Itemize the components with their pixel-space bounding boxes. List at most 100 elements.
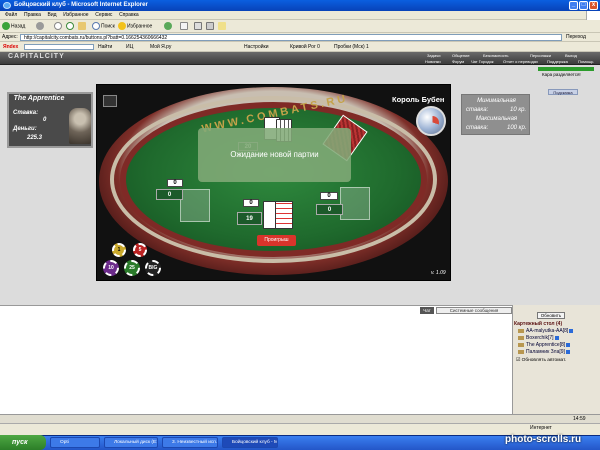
menu-view[interactable]: Вид — [48, 11, 57, 20]
info-icon[interactable] — [566, 342, 571, 347]
subnav-help[interactable]: Помощь — [578, 59, 593, 64]
hand-history-icon[interactable] — [103, 95, 117, 107]
window-titlebar: Бойцовский клуб - Microsoft Internet Exp… — [0, 0, 600, 11]
yandex-yaru-widget[interactable]: Мой Я.ру — [150, 42, 171, 52]
timer-clock-icon — [416, 106, 446, 136]
refresh-button[interactable] — [66, 22, 75, 31]
money-value: 225.3 — [27, 135, 43, 141]
seat-center-bet: 0 — [243, 199, 259, 207]
nav-security[interactable]: Безопасность — [483, 53, 509, 58]
print-icon — [194, 22, 202, 30]
game-bottom-toolbar — [0, 414, 600, 423]
task-media-player[interactable]: 3. Неизвестный исп... — [162, 437, 218, 448]
menu-bar: Файл Правка Вид Избранное Сервис Справка — [0, 11, 600, 20]
subnav-support[interactable]: Поддержка — [547, 59, 568, 64]
subnav-forum[interactable]: Форум — [452, 59, 464, 64]
search-label: Поиск — [101, 23, 115, 30]
windows-flag-icon — [586, 11, 600, 20]
tab-system-messages[interactable]: Системные сообщения — [436, 307, 512, 314]
menu-help[interactable]: Справка — [119, 11, 139, 20]
home-button[interactable] — [78, 22, 87, 31]
browser-toolbar: Назад Поиск Избранное — [0, 20, 600, 33]
info-icon[interactable] — [565, 349, 570, 354]
seat-left-score: 0 — [156, 189, 183, 200]
nav-exit[interactable]: Выход — [565, 53, 577, 58]
player-list-item[interactable]: Паламник Зла[9] — [518, 349, 570, 355]
auto-refresh-checkbox[interactable]: ☑ Обновлять автомат. — [516, 358, 566, 363]
task-local-disk[interactable]: Локальный диск (E:) — [104, 437, 158, 448]
clan-icon — [518, 328, 524, 333]
subnav-transfers[interactable]: Отчет о переводах — [503, 59, 538, 64]
minimize-icon[interactable]: _ — [569, 1, 578, 10]
site-logo[interactable]: CAPITALCITY — [8, 53, 65, 60]
yandex-traffic[interactable]: Пробки (Мск) 1 — [334, 42, 369, 52]
yandex-logo: Яndex — [3, 44, 19, 50]
history-button[interactable] — [164, 22, 173, 31]
forward-button[interactable] — [36, 22, 45, 31]
window-title: Бойцовский клуб - Microsoft Internet Exp… — [14, 2, 148, 8]
chip-10[interactable]: 10 — [103, 260, 119, 276]
menu-tools[interactable]: Сервис — [95, 11, 112, 20]
chip-big[interactable]: BIG — [145, 260, 161, 276]
search-button[interactable]: Поиск — [92, 22, 115, 31]
max-label: Максимальная — [475, 116, 518, 122]
task-browser[interactable]: Бойцовский клуб - M... — [222, 437, 278, 448]
rules-link[interactable]: Кара разделяется! — [542, 72, 581, 77]
close-icon[interactable]: x — [589, 1, 598, 10]
nav-chat[interactable]: Общение — [452, 53, 470, 58]
subnav-chat-town[interactable]: Чат Городок — [471, 59, 494, 64]
forward-arrow-icon — [36, 22, 44, 30]
player-list-item[interactable]: Boxerchik[7] — [518, 335, 559, 341]
money-label: Деньги: — [13, 126, 37, 132]
yandex-weather[interactable]: Кривой Рог 0 — [290, 42, 320, 52]
favorites-button[interactable]: Избранное — [118, 22, 152, 31]
print-button[interactable] — [194, 22, 203, 31]
nav-tasks[interactable]: Задачи — [427, 53, 440, 58]
discuss-button[interactable] — [218, 22, 227, 31]
yandex-settings[interactable]: Настройки — [244, 42, 269, 52]
go-button[interactable]: Переход — [566, 34, 586, 40]
menu-file[interactable]: Файл — [5, 11, 17, 20]
help-button[interactable]: Подсказка — [548, 89, 578, 95]
start-button[interactable]: пуск — [0, 435, 46, 450]
yandex-toolbar: Яndex Найти ИЦ Мой Я.ру Настройки Кривой… — [0, 42, 600, 52]
player-avatar — [69, 108, 91, 144]
chat-tabs: Чат Системные сообщения — [420, 307, 512, 314]
task-opti[interactable]: Opti — [50, 437, 100, 448]
site-nav: Задачи Общение Безопасность Персонажи Вы… — [423, 52, 600, 65]
seat-right-score: 0 — [316, 204, 343, 215]
menu-edit[interactable]: Правка — [24, 11, 41, 20]
yandex-find-button[interactable]: Найти — [98, 42, 112, 52]
seat-left-bet: 0 — [167, 179, 183, 187]
player-list-item[interactable]: The Apprentice[8] — [518, 342, 571, 348]
nav-characters[interactable]: Персонажи — [530, 53, 551, 58]
yandex-search-input[interactable] — [24, 44, 94, 50]
chat-area[interactable] — [0, 305, 512, 414]
player-list-item[interactable]: AA-malyutka-AA[8] — [518, 328, 574, 334]
maximize-icon[interactable]: □ — [579, 1, 588, 10]
home-icon — [78, 22, 86, 30]
seat-left-area[interactable] — [180, 189, 210, 222]
mail-button[interactable] — [180, 22, 189, 31]
ie-logo-icon — [3, 2, 11, 9]
chip-1[interactable]: 1 — [112, 243, 126, 257]
auto-refresh-label: Обновлять автомат. — [521, 358, 567, 363]
back-button[interactable]: Назад — [2, 22, 25, 31]
stop-button[interactable] — [54, 22, 63, 31]
chip-5[interactable]: 5 — [133, 243, 147, 257]
version-label: v. 1.09 — [431, 270, 446, 276]
tab-chat[interactable]: Чат — [420, 307, 434, 314]
subnav-news[interactable]: Новинки — [425, 59, 441, 64]
back-arrow-icon — [2, 22, 10, 30]
menu-favorites[interactable]: Избранное — [63, 11, 88, 20]
yandex-ic-widget[interactable]: ИЦ — [126, 42, 133, 52]
timer-pie — [426, 116, 439, 129]
chip-25[interactable]: 25 — [124, 260, 140, 276]
url-input[interactable]: http://capitalcity.combats.ru/buttons.pl… — [20, 34, 562, 41]
refresh-button[interactable]: Обновить — [537, 312, 565, 319]
seat-right-area[interactable] — [340, 187, 370, 220]
stop-icon — [54, 22, 62, 30]
info-icon[interactable] — [554, 335, 559, 340]
edit-button[interactable] — [206, 22, 215, 31]
info-icon[interactable] — [569, 328, 574, 333]
